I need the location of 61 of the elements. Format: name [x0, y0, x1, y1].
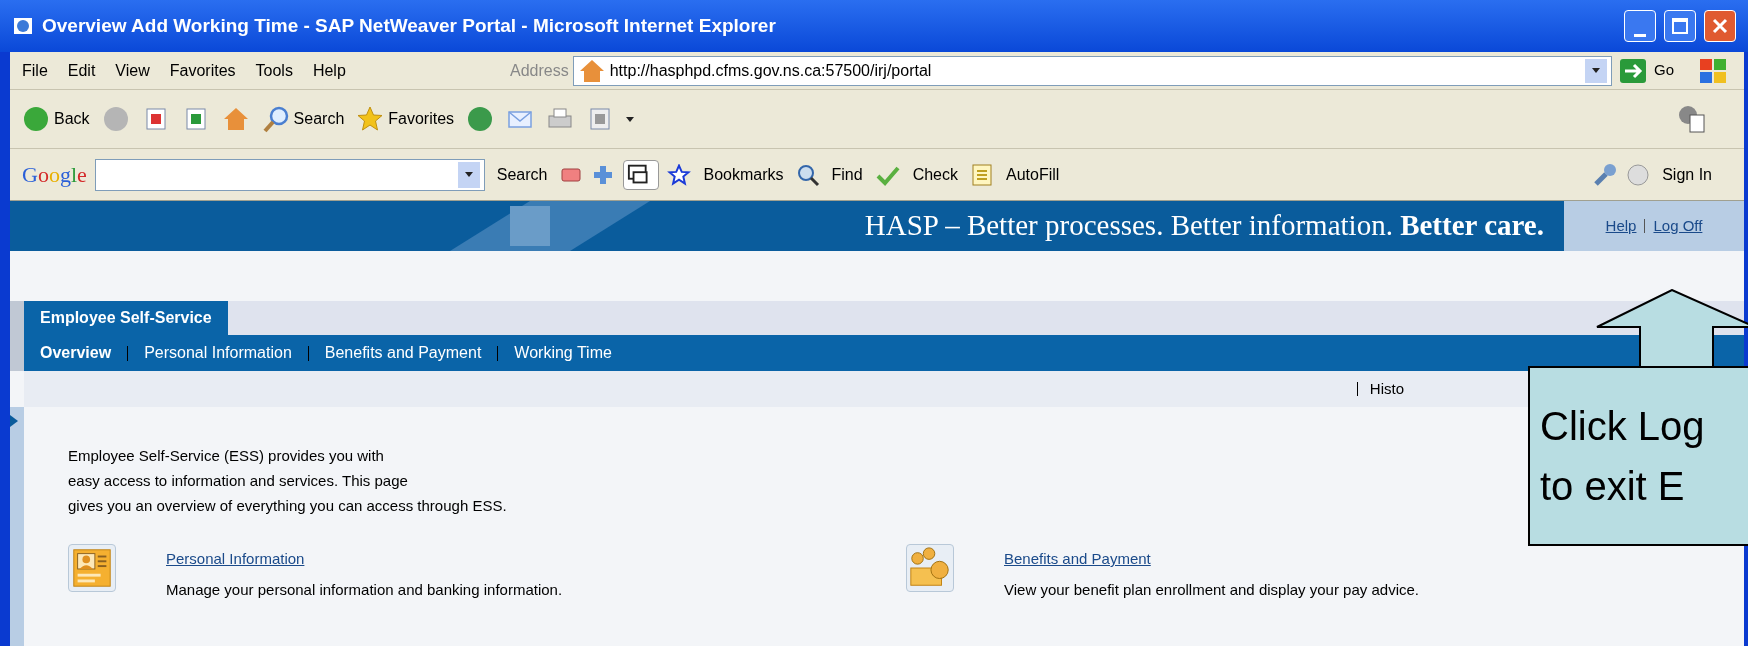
banner-tagline: HASP – Better processes. Better information. Better care.: [864, 208, 1544, 244]
sign-in-button[interactable]: Sign In: [1658, 162, 1716, 187]
popup-blocker-icon: [623, 159, 660, 190]
nav-tab[interactable]: Overview: [40, 341, 112, 365]
wrench-icon: [1592, 161, 1619, 188]
expand-arrow-icon: [10, 415, 18, 427]
find-button[interactable]: Find: [827, 162, 867, 187]
id-card-icon: [68, 544, 116, 592]
caret-icon: [464, 172, 473, 177]
coins-icon: [906, 544, 954, 592]
nav-tab[interactable]: Benefits and Payment: [324, 341, 482, 365]
star-icon: [356, 105, 385, 133]
history-link[interactable]: Histo: [1369, 377, 1404, 401]
menu-item[interactable]: File: [22, 58, 48, 83]
service-link[interactable]: Benefits and Payment: [1004, 548, 1419, 571]
callout-text: to exit E: [1540, 463, 1685, 510]
caret-icon: [1592, 68, 1600, 73]
google-logo: Google: [22, 161, 87, 189]
dropdown-button[interactable]: [457, 161, 480, 188]
menu-item[interactable]: Help: [312, 58, 346, 83]
service-description: Manage your personal information and banking information.: [166, 579, 563, 600]
star-outline-icon: [667, 163, 692, 186]
nav-tab[interactable]: Personal Information: [144, 341, 292, 365]
address-value: http://hasphpd.cfms.gov.ns.ca:57500/irj/portal: [609, 60, 933, 81]
autofill-button[interactable]: AutoFill: [1002, 162, 1064, 187]
notepad-icon: [970, 161, 994, 188]
check-button[interactable]: Check: [908, 162, 962, 187]
header-link[interactable]: Log Off: [1653, 214, 1703, 238]
address-field[interactable]: http://hasphpd.cfms.gov.ns.ca:57500/irj/portal: [572, 55, 1612, 86]
callout-text: Click Log: [1540, 403, 1705, 450]
magnifier-icon: [795, 162, 820, 187]
minimize-button[interactable]: [1624, 10, 1656, 42]
menu-item[interactable]: Edit: [67, 58, 96, 83]
bookmarks-button[interactable]: Bookmarks: [699, 162, 788, 187]
windows-logo-icon: [1698, 56, 1728, 85]
menu-item[interactable]: Favorites: [169, 58, 236, 83]
menu-item[interactable]: View: [115, 58, 150, 83]
go-button[interactable]: Go: [1612, 58, 1682, 83]
toolbar-button[interactable]: Search: [261, 105, 345, 133]
close-button[interactable]: [1704, 10, 1736, 42]
dropdown-button[interactable]: [1585, 58, 1607, 83]
toolbar-button[interactable]: Back: [22, 105, 90, 133]
circle-icon: [1626, 162, 1651, 187]
window-title: Overview Add Working Time - SAP NetWeaver Portal - Microsoft Internet Explorer: [42, 13, 777, 38]
menu-item[interactable]: Tools: [255, 58, 293, 83]
portal-tab[interactable]: Employee Self-Service: [24, 301, 228, 335]
header-link[interactable]: Help: [1605, 214, 1637, 238]
service-link[interactable]: Personal Information: [166, 548, 563, 571]
nav-tab[interactable]: Working Time: [514, 341, 612, 365]
service-description: View your benefit plan enrollment and display your pay advice.: [1004, 579, 1419, 600]
magnifier-icon: [261, 105, 290, 133]
intro-paragraph: Employee Self-Service (ESS) provides you with easy access to information and services. This page gives you an overview of everything you can access through ESS.: [68, 446, 507, 516]
google-search-field[interactable]: [94, 158, 485, 191]
google-search-button[interactable]: Search: [492, 162, 552, 187]
caret-icon: [626, 116, 635, 122]
maximize-button[interactable]: [1664, 10, 1696, 42]
globe-document-icon: [1676, 103, 1708, 135]
close-icon: [1712, 18, 1728, 34]
browser-icon: [12, 15, 34, 37]
toolbar-button[interactable]: Favorites: [356, 105, 455, 133]
address-label: Address: [510, 60, 569, 81]
